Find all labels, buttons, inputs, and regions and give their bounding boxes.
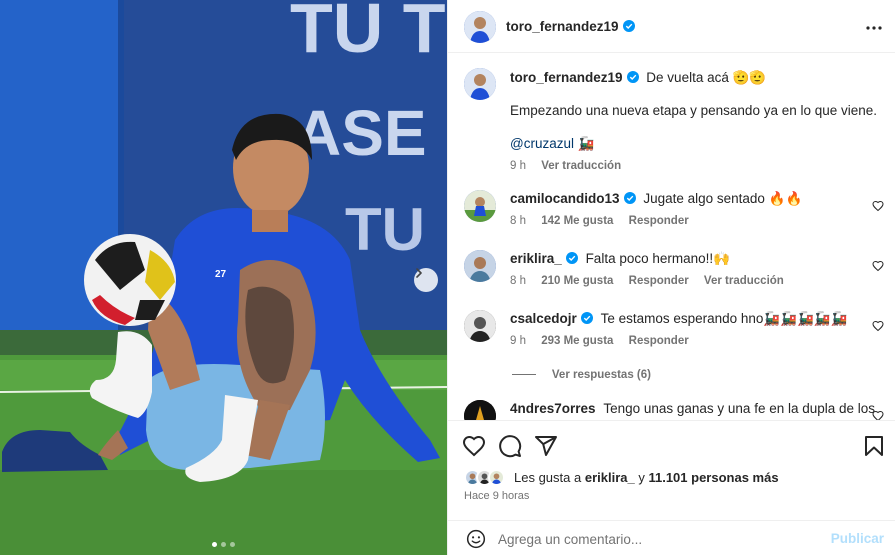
caption: toro_fernandez19 De vuelta acá 🫡🫡 Empeza… <box>464 68 884 178</box>
caption-meta: 9 h Ver traducción <box>510 160 633 172</box>
shirt-number: 27 <box>215 269 227 280</box>
caption-body: Empezando una nueva etapa y pensando ya … <box>510 103 878 118</box>
heart-icon[interactable] <box>872 260 884 272</box>
caption-username[interactable]: toro_fernandez19 <box>510 70 623 85</box>
publish-button[interactable]: Publicar <box>831 531 884 546</box>
comment-likes[interactable]: 293 Me gusta <box>541 335 613 347</box>
comment-time: 9 h <box>510 335 526 347</box>
comment: csalcedojr Te estamos esperando hno🚂🚂🚂🚂🚂… <box>464 308 884 358</box>
comment-text: Te estamos esperando hno🚂🚂🚂🚂🚂 <box>600 311 848 326</box>
comment-avatar[interactable] <box>464 310 496 342</box>
chevron-right-icon <box>416 268 422 278</box>
likes-prefix: Les gusta a <box>514 470 582 485</box>
post-header: toro_fernandez19 <box>448 0 895 53</box>
view-replies-button[interactable]: Ver respuestas (6) <box>512 365 651 381</box>
comment-text: Jugate algo sentado 🔥🔥 <box>643 191 803 206</box>
reply-button[interactable]: Responder <box>629 215 689 227</box>
comment-translate-link[interactable]: Ver traducción <box>704 275 784 287</box>
liker-avatar <box>488 469 505 486</box>
heart-icon[interactable] <box>462 434 486 458</box>
verified-badge-icon <box>565 252 578 264</box>
comment-avatar[interactable] <box>464 400 496 420</box>
comments-list[interactable]: toro_fernandez19 De vuelta acá 🫡🫡 Empeza… <box>448 54 895 420</box>
mention-link[interactable]: @cruzazul <box>510 136 574 151</box>
comment-line: eriklira_ Falta poco hermano!!🙌 <box>510 250 730 268</box>
carousel-dots <box>0 542 447 547</box>
comment-username[interactable]: camilocandido13 <box>510 191 620 206</box>
caption-translate-link[interactable]: Ver traducción <box>541 160 621 172</box>
comment-bubble-icon[interactable] <box>498 434 522 458</box>
verified-badge-icon <box>626 71 639 83</box>
wall-text-1: TU T <box>290 0 446 67</box>
heart-icon[interactable] <box>872 200 884 212</box>
carousel-dot-1 <box>212 542 217 547</box>
likes-text: Les gusta a eriklira_ y 11.101 personas … <box>514 470 779 485</box>
wall-text-3: TU <box>345 196 425 263</box>
comment-likes[interactable]: 142 Me gusta <box>541 215 613 227</box>
author-username[interactable]: toro_fernandez19 <box>506 19 619 34</box>
reply-button[interactable]: Responder <box>629 275 689 287</box>
comment-text: Falta poco hermano!!🙌 <box>585 251 730 266</box>
comment: eriklira_ Falta poco hermano!!🙌 8 h 210 … <box>464 248 884 298</box>
post-time-ago[interactable]: Hace 9 horas <box>464 490 529 502</box>
author-avatar[interactable] <box>464 11 496 43</box>
caption-mention-line: @cruzazul 🚂 <box>510 135 595 153</box>
comment-input[interactable] <box>498 527 818 551</box>
view-replies-label: Ver respuestas (6) <box>551 369 651 381</box>
paper-plane-icon[interactable] <box>534 434 558 458</box>
likes-count[interactable]: 11.101 personas más <box>648 470 778 485</box>
comment: camilocandido13 Jugate algo sentado 🔥🔥 8… <box>464 188 884 238</box>
carousel-dot-3 <box>230 542 235 547</box>
caption-time: 9 h <box>510 160 526 172</box>
caption-title: De vuelta acá 🫡🫡 <box>646 70 767 85</box>
comment-composer: Publicar <box>448 520 895 555</box>
author-name-row: toro_fernandez19 <box>506 18 635 34</box>
wall-text-2: ASE <box>295 97 427 169</box>
comment-time: 8 h <box>510 215 526 227</box>
comment-meta: 8 h 210 Me gusta Responder Ver traducció… <box>510 275 796 287</box>
verified-badge-icon <box>623 192 636 204</box>
caption-line: toro_fernandez19 De vuelta acá 🫡🫡 <box>510 69 766 87</box>
ellipsis-icon <box>866 26 882 30</box>
comment-username[interactable]: 4ndres7orres <box>510 401 596 416</box>
likes-joiner: y <box>638 470 645 485</box>
carousel-next-button[interactable] <box>414 268 438 292</box>
comment-username[interactable]: csalcedojr <box>510 311 577 326</box>
carousel-dot-2 <box>221 542 226 547</box>
comment-line: 4ndres7orres Tengo unas ganas y una fe e… <box>510 400 875 418</box>
replies-divider <box>512 373 536 375</box>
comment-text: Tengo unas ganas y una fe en la dupla de… <box>603 401 876 416</box>
smiley-icon[interactable] <box>466 529 486 549</box>
comment-likes[interactable]: 210 Me gusta <box>541 275 613 287</box>
more-options-button[interactable] <box>866 14 882 34</box>
caption-avatar[interactable] <box>464 68 496 100</box>
comment: 4ndres7orres Tengo unas ganas y una fe e… <box>464 398 884 420</box>
heart-icon[interactable] <box>872 320 884 332</box>
verified-badge-icon <box>580 312 593 324</box>
comment-username[interactable]: eriklira_ <box>510 251 562 266</box>
comment-time: 8 h <box>510 275 526 287</box>
likes-user[interactable]: eriklira_ <box>585 470 635 485</box>
comment-line: camilocandido13 Jugate algo sentado 🔥🔥 <box>510 190 802 208</box>
caption-emoji: 🚂 <box>577 136 595 151</box>
action-bar <box>448 420 895 464</box>
post-image: TU T ASE TU 27 <box>0 0 447 555</box>
post-side-panel: toro_fernandez19 toro_fernandez19 De vue… <box>447 0 895 555</box>
comment-avatar[interactable] <box>464 190 496 222</box>
verified-badge-icon <box>622 20 635 32</box>
reply-button[interactable]: Responder <box>629 335 689 347</box>
comment-avatar[interactable] <box>464 250 496 282</box>
post-photo[interactable]: TU T ASE TU 27 <box>0 0 447 555</box>
comment-line: csalcedojr Te estamos esperando hno🚂🚂🚂🚂🚂 <box>510 310 847 328</box>
comment-meta: 8 h 142 Me gusta Responder <box>510 215 701 227</box>
heart-icon[interactable] <box>872 410 884 420</box>
bookmark-icon[interactable] <box>862 434 886 458</box>
comment-meta: 9 h 293 Me gusta Responder <box>510 335 701 347</box>
